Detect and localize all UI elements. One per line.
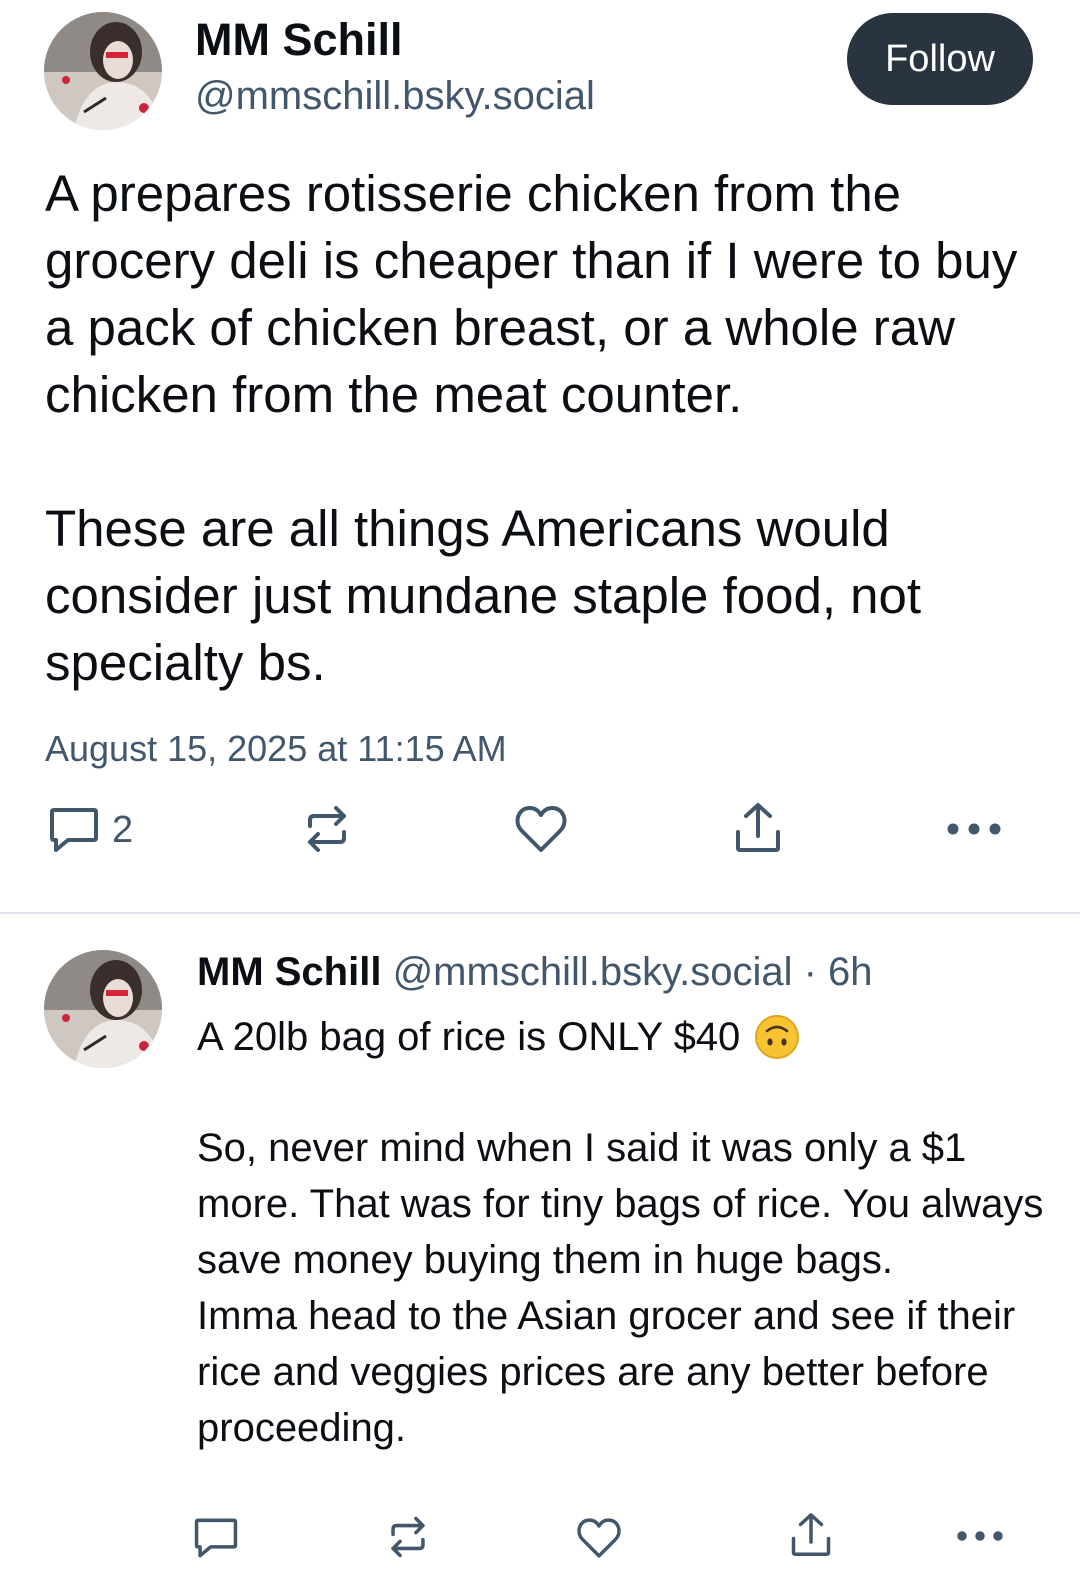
reply-count: 2	[112, 808, 134, 851]
repost-icon	[391, 1516, 425, 1558]
author-handle[interactable]: @mmschill.bsky.social	[195, 74, 595, 119]
reply-author-name[interactable]: MM Schill	[197, 950, 381, 994]
more-dots-icon	[957, 1531, 1003, 1541]
reply-repost-button[interactable]	[386, 1516, 430, 1558]
speech-bubble-icon	[194, 1518, 238, 1558]
upside-down-face-emoji-icon	[755, 1015, 800, 1059]
speech-bubble-icon	[50, 808, 98, 852]
reply-header: MM Schill @mmschill.bsky.social · 6h	[197, 950, 873, 995]
reply-first-line-row: A 20lb bag of rice is ONLY $40	[197, 1014, 800, 1060]
share-button[interactable]	[734, 802, 782, 854]
heart-icon	[515, 806, 567, 852]
post-timestamp: August 15, 2025 at 11:15 AM	[45, 728, 507, 769]
share-icon	[736, 803, 780, 852]
reply-text: So, never mind when I said it was only a…	[197, 1126, 1044, 1450]
reply-more-button[interactable]	[956, 1530, 1004, 1542]
reply-author-avatar[interactable]	[44, 950, 162, 1068]
follow-button[interactable]: Follow	[847, 13, 1033, 105]
post-text: A prepares rotisserie chicken from the g…	[45, 165, 1018, 691]
reply-like-button[interactable]	[576, 1516, 622, 1560]
reply-author-meta[interactable]: @mmschill.bsky.social · 6h	[393, 950, 873, 994]
avatar-image	[44, 950, 162, 1068]
more-dots-icon	[947, 823, 1001, 835]
reply-first-line: A 20lb bag of rice is ONLY $40	[197, 1014, 741, 1059]
author-avatar[interactable]	[44, 12, 162, 130]
author-name[interactable]: MM Schill	[195, 14, 403, 66]
reply-reply-button[interactable]	[193, 1516, 239, 1560]
repost-icon	[308, 806, 346, 852]
like-button[interactable]	[514, 804, 568, 854]
reply-share-button[interactable]	[790, 1512, 832, 1558]
heart-icon	[577, 1518, 621, 1558]
repost-button[interactable]	[302, 806, 352, 852]
avatar-image	[44, 12, 162, 130]
share-icon	[791, 1513, 831, 1556]
reply-button[interactable]: 2	[48, 806, 133, 854]
more-button[interactable]	[946, 822, 1002, 836]
divider	[0, 912, 1080, 914]
